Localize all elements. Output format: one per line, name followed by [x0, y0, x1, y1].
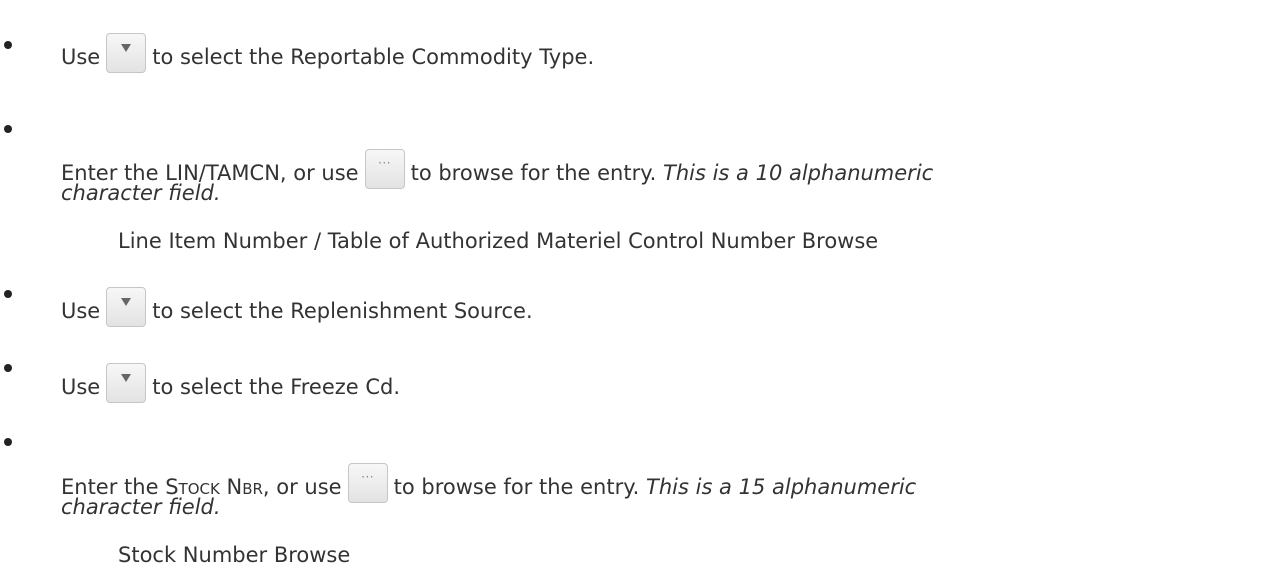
- instruction-line: Use to select the Replenishment Source.: [61, 284, 533, 327]
- bullet: [4, 438, 12, 446]
- browse-caption-link[interactable]: Stock Number Browse: [118, 542, 350, 568]
- instruction-text-suffix: to browse for the entry.: [410, 161, 657, 185]
- dropdown-arrow-icon: [121, 44, 132, 52]
- instruction-text-prefix: Use: [61, 375, 101, 399]
- field-note-continuation: character field.: [61, 181, 221, 205]
- ellipsis-icon: ···: [361, 470, 375, 484]
- instruction-text-suffix: to browse for the entry.: [393, 475, 640, 499]
- dropdown-arrow-icon: [121, 374, 132, 382]
- dropdown-button[interactable]: [106, 33, 147, 73]
- instruction-text-suffix: to select the Replenishment Source.: [152, 299, 533, 323]
- bullet: [4, 41, 12, 49]
- dropdown-arrow-icon: [121, 298, 132, 306]
- field-note: This is a 10 alphanumeric: [663, 161, 934, 185]
- field-note: This is a 15 alphanumeric: [646, 475, 917, 499]
- instruction-text-prefix: Use: [61, 299, 101, 323]
- instruction-text-suffix: to select the Reportable Commodity Type.: [152, 45, 595, 69]
- dropdown-button[interactable]: [106, 287, 147, 327]
- field-note-continuation: character field.: [61, 495, 221, 519]
- instruction-line: Use to select the Reportable Commodity Ty…: [61, 30, 595, 73]
- bullet: [4, 125, 12, 133]
- browse-caption-link[interactable]: Line Item Number / Table of Authorized M…: [118, 228, 878, 254]
- browse-button[interactable]: ···: [347, 463, 388, 503]
- browse-button[interactable]: ···: [364, 149, 405, 189]
- bullet: [4, 364, 12, 372]
- instruction-text-suffix: to select the Freeze Cd.: [152, 375, 401, 399]
- instruction-text-mid: , or use: [262, 475, 342, 499]
- bullet: [4, 290, 12, 298]
- ellipsis-icon: ···: [378, 156, 392, 170]
- dropdown-button[interactable]: [106, 363, 147, 403]
- instruction-line: Use to select the Freeze Cd.: [61, 360, 401, 403]
- instruction-text-prefix: Use: [61, 45, 101, 69]
